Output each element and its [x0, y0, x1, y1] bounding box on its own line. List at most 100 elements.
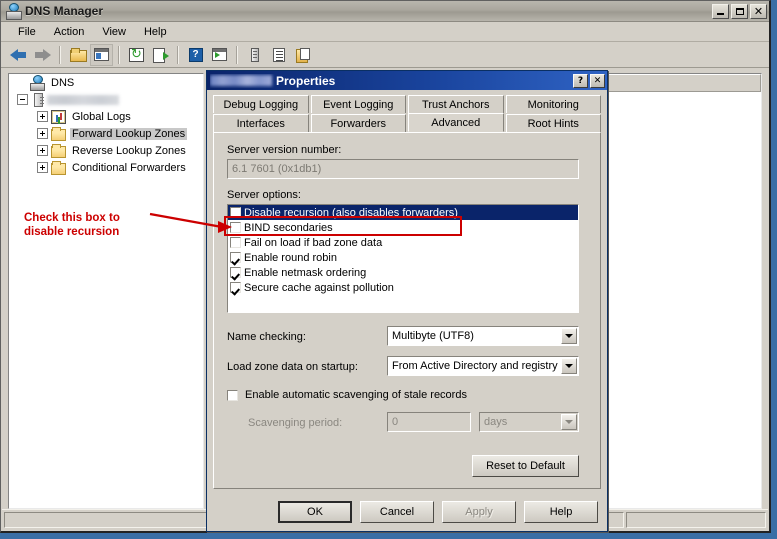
maximize-button[interactable]	[731, 3, 748, 19]
tree-item-dns-root[interactable]: DNS	[9, 74, 203, 91]
window-controls: ✕	[712, 3, 767, 19]
option-label: Enable round robin	[244, 251, 337, 264]
expand-toggle-conditional-forwarders[interactable]	[37, 162, 48, 173]
tab-monitoring[interactable]: Monitoring	[505, 95, 601, 113]
option-fail-on-load-bad-zone-data[interactable]: Fail on load if bad zone data	[228, 235, 578, 250]
toolbar: ?	[1, 42, 769, 68]
dialog-title: Properties	[210, 74, 571, 88]
option-disable-recursion[interactable]: Disable recursion (also disables forward…	[228, 205, 578, 220]
console-tree[interactable]: DNS Global Logs Forward Lookup Zones Rev…	[8, 73, 204, 509]
expand-toggle-global-logs[interactable]	[37, 111, 48, 122]
tree-label-conditional-forwarders: Conditional Forwarders	[72, 161, 186, 174]
option-label: Secure cache against pollution	[244, 281, 394, 294]
show-hide-console-tree-icon[interactable]	[90, 43, 113, 66]
server-properties-dialog: Properties ? ✕ Debug Logging Event Loggi…	[206, 70, 608, 532]
checkbox-enable-automatic-scavenging[interactable]	[227, 389, 238, 401]
scavenging-period-unit-dropdown[interactable]: days	[479, 412, 579, 432]
option-enable-round-robin[interactable]: Enable round robin	[228, 250, 578, 265]
dialog-close-icon[interactable]: ✕	[590, 73, 605, 88]
enable-scavenging-row[interactable]: Enable automatic scavenging of stale rec…	[227, 389, 467, 401]
tab-root-hints[interactable]: Root Hints	[505, 114, 601, 132]
scavenging-period-field[interactable]: 0	[387, 412, 471, 432]
chevron-down-icon[interactable]	[561, 414, 577, 430]
annotation-line-1: Check this box to	[24, 212, 120, 224]
server-icon	[34, 92, 44, 107]
properties-list-icon[interactable]	[267, 44, 290, 66]
dialog-titlebar: Properties ? ✕	[207, 71, 607, 90]
tree-label-reverse-lookup-zones: Reverse Lookup Zones	[72, 144, 186, 157]
reset-to-default-button[interactable]: Reset to Default	[472, 455, 579, 477]
tab-debug-logging[interactable]: Debug Logging	[213, 95, 309, 113]
up-folder-icon[interactable]	[66, 44, 89, 66]
annotation-line-2: disable recursion	[24, 226, 120, 238]
toolbar-separator	[236, 45, 238, 64]
toolbar-separator	[59, 45, 61, 64]
tree-label-dns: DNS	[51, 76, 75, 89]
expand-toggle-reverse-lookup-zones[interactable]	[37, 145, 48, 156]
tab-event-logging[interactable]: Event Logging	[310, 95, 406, 113]
load-zone-data-label: Load zone data on startup:	[227, 361, 358, 373]
load-zone-data-value: From Active Directory and registry	[392, 360, 558, 372]
new-window-icon[interactable]	[208, 44, 231, 66]
option-enable-netmask-ordering[interactable]: Enable netmask ordering	[228, 265, 578, 280]
minimize-button[interactable]	[712, 3, 729, 19]
option-label: Enable netmask ordering	[244, 266, 367, 279]
refresh-icon[interactable]	[125, 44, 148, 66]
tree-label-global-logs: Global Logs	[72, 110, 131, 123]
help-icon[interactable]: ?	[184, 44, 207, 66]
tree-item-server[interactable]	[9, 91, 203, 108]
ok-button[interactable]: OK	[278, 501, 352, 523]
tree-item-global-logs[interactable]: Global Logs	[9, 108, 203, 125]
name-checking-value: Multibyte (UTF8)	[392, 330, 474, 342]
checkbox-disable-recursion[interactable]	[230, 207, 241, 218]
apply-button: Apply	[442, 501, 516, 523]
menu-help[interactable]: Help	[135, 24, 176, 40]
tree-label-forward-lookup-zones: Forward Lookup Zones	[70, 127, 188, 140]
copy-icon[interactable]	[291, 44, 314, 66]
global-logs-icon	[51, 110, 66, 124]
back-arrow-icon[interactable]	[7, 44, 30, 66]
server-version-label: Server version number:	[227, 144, 342, 156]
toolbar-separator	[118, 45, 120, 64]
tree-item-reverse-lookup-zones[interactable]: Reverse Lookup Zones	[9, 142, 203, 159]
folder-icon	[51, 143, 66, 158]
name-checking-dropdown[interactable]: Multibyte (UTF8)	[387, 326, 579, 346]
tree-label-server-name	[47, 94, 119, 105]
tab-trust-anchors[interactable]: Trust Anchors	[408, 95, 504, 113]
server-options-listbox[interactable]: Disable recursion (also disables forward…	[227, 204, 579, 313]
annotation-text: Check this box to disable recursion	[24, 211, 120, 239]
tree-item-forward-lookup-zones[interactable]: Forward Lookup Zones	[9, 125, 203, 142]
dialog-help-button[interactable]: ?	[573, 73, 588, 88]
checkbox-enable-netmask-ordering[interactable]	[230, 267, 241, 278]
export-list-icon[interactable]	[149, 44, 172, 66]
server-version-field: 6.1 7601 (0x1db1)	[227, 159, 579, 179]
tree-item-conditional-forwarders[interactable]: Conditional Forwarders	[9, 159, 203, 176]
tab-forwarders[interactable]: Forwarders	[310, 114, 406, 132]
checkbox-secure-cache[interactable]	[230, 282, 241, 293]
chevron-down-icon[interactable]	[561, 358, 577, 374]
server-icon[interactable]	[243, 44, 266, 66]
menu-view[interactable]: View	[93, 24, 135, 40]
menu-bar: File Action View Help	[1, 22, 769, 42]
tab-advanced[interactable]: Advanced	[408, 113, 504, 132]
forward-arrow-icon[interactable]	[31, 44, 54, 66]
folder-icon	[51, 126, 66, 141]
checkbox-bind-secondaries[interactable]	[230, 222, 241, 233]
chevron-down-icon[interactable]	[561, 328, 577, 344]
tab-row-1: Debug Logging Event Logging Trust Anchor…	[213, 95, 601, 113]
tab-interfaces[interactable]: Interfaces	[213, 114, 309, 132]
dialog-title-suffix: Properties	[276, 73, 336, 88]
checkbox-enable-round-robin[interactable]	[230, 252, 241, 263]
close-button[interactable]: ✕	[750, 3, 767, 19]
checkbox-fail-on-load[interactable]	[230, 237, 241, 248]
menu-file[interactable]: File	[9, 24, 45, 40]
option-bind-secondaries[interactable]: BIND secondaries	[228, 220, 578, 235]
help-button[interactable]: Help	[524, 501, 598, 523]
collapse-toggle-server[interactable]	[17, 94, 28, 105]
cancel-button[interactable]: Cancel	[360, 501, 434, 523]
load-zone-data-dropdown[interactable]: From Active Directory and registry	[387, 356, 579, 376]
menu-action[interactable]: Action	[45, 24, 94, 40]
expand-toggle-forward-lookup-zones[interactable]	[37, 128, 48, 139]
option-secure-cache-against-pollution[interactable]: Secure cache against pollution	[228, 280, 578, 295]
option-label: Fail on load if bad zone data	[244, 236, 383, 249]
